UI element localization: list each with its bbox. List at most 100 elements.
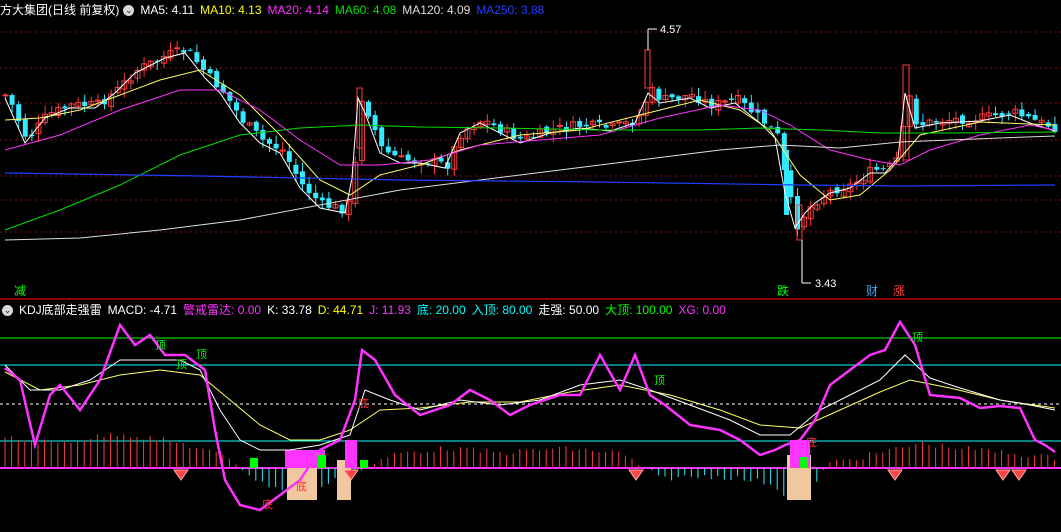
radar-diamond-marker	[1011, 469, 1027, 481]
price-gridlines	[0, 31, 1061, 233]
candle-body-down	[392, 150, 398, 156]
top-signal-label: 顶	[176, 358, 187, 371]
candle-body-up	[174, 47, 181, 50]
d-value: D: 44.71	[317, 303, 364, 317]
alert-block	[360, 460, 368, 468]
candle-body-down	[181, 50, 187, 53]
ma20-line	[4, 89, 1056, 166]
candle-body-down	[379, 127, 385, 147]
candle-body-down	[1019, 109, 1025, 117]
candle-body-down	[913, 98, 919, 125]
candle-body-up	[644, 49, 651, 89]
candle-body-down	[729, 98, 734, 101]
candle-body-down	[768, 126, 774, 128]
candle-body-down	[960, 115, 965, 124]
top-signal-label: 顶	[912, 331, 923, 344]
candle-body-down	[260, 129, 266, 140]
candle-body-down	[253, 121, 259, 131]
candle-body-down	[82, 101, 88, 107]
candle-body-down	[1006, 113, 1012, 115]
candle-body-down	[874, 166, 880, 170]
indicator-panel[interactable]: ⌄ KDJ底部走强雷 MACD: -4.71 警戒雷达: 0.00 K: 33.78 D:…	[0, 300, 1061, 532]
candle-body-down	[319, 197, 325, 201]
bottom-signal-label: 底	[262, 497, 273, 511]
collapse-toggle-icon[interactable]: ⌄	[2, 305, 13, 317]
candle-body-down	[920, 122, 926, 126]
candle-body-down	[656, 88, 662, 100]
candle-body-down	[194, 52, 200, 63]
candle-body-down	[438, 157, 444, 162]
k-line	[4, 354, 1056, 451]
candle-body-down	[498, 124, 503, 133]
bottom-signal-label: 底	[806, 435, 817, 449]
collapse-toggle-icon[interactable]: ⌄	[123, 5, 135, 17]
ma250-line	[4, 172, 1056, 187]
candle-body-up	[398, 155, 405, 158]
macd-value: MACD: -4.71	[107, 303, 178, 317]
candle-body-up	[721, 100, 728, 103]
candle-body-down	[201, 59, 206, 70]
candle-body-down	[9, 94, 15, 105]
enter-top-value: 入顶: 80.00	[471, 303, 533, 317]
stock-name[interactable]: 方大集团(日线 前复权)	[0, 3, 119, 17]
k-value: K: 33.78	[267, 303, 312, 317]
candle-body-down	[517, 136, 523, 139]
candle-body-down	[385, 146, 391, 153]
ma10-line	[4, 69, 1056, 201]
event-mark-finance[interactable]: 财	[866, 284, 878, 298]
candle-body-down	[16, 104, 22, 122]
candle-body-up	[94, 99, 101, 102]
high-price-label: 4.57	[660, 24, 681, 36]
alert-block	[318, 455, 326, 468]
radar-diamond-marker	[995, 469, 1011, 481]
xg-value: XG: 0.00	[678, 303, 726, 317]
low-price-label: 3.43	[815, 278, 836, 290]
candle-body-down	[603, 124, 609, 128]
bottom-signal-label: 底	[296, 479, 307, 493]
candle-body-down	[597, 119, 602, 123]
candle-body-down	[405, 154, 411, 161]
price-annotations: 4.57 3.43 减 跌 财 涨	[14, 24, 905, 298]
event-mark-reduce[interactable]: 减	[14, 284, 26, 298]
kdj-indicator-chart[interactable]: 顶 顶 顶 顶 顶 底 底 底 底	[0, 300, 1061, 532]
radar-diamond-marker	[628, 469, 644, 481]
candle-body-down	[240, 111, 246, 123]
candle-body-up	[2, 94, 9, 97]
radar-diamond-marker	[887, 469, 903, 481]
candle-body-down	[366, 101, 371, 117]
candlestick-chart[interactable]: 4.57 3.43 减 跌 财 涨	[0, 0, 1061, 298]
event-mark-fall[interactable]: 跌	[777, 283, 789, 298]
candle-body-down	[775, 126, 781, 134]
candle-body-down	[748, 102, 754, 113]
ma120-line	[4, 135, 1056, 241]
candle-body-down	[207, 69, 213, 74]
event-mark-rise[interactable]: 涨	[893, 283, 905, 298]
candle-body-down	[286, 151, 292, 162]
bottom-value: 底: 20.00	[416, 303, 466, 317]
candle-body-down	[491, 123, 497, 126]
ma120-label: MA120: 4.09	[402, 3, 471, 17]
ma20-label: MA20: 4.14	[267, 3, 329, 17]
candle-body-down	[1026, 114, 1031, 117]
candle-body-down	[227, 91, 233, 101]
top-signal-label: 顶	[196, 348, 207, 361]
candle-body-down	[62, 106, 68, 109]
candle-body-down	[293, 164, 299, 174]
alert-block	[800, 457, 808, 468]
candle-body-down	[306, 183, 312, 194]
candle-body-down	[577, 120, 583, 127]
candle-body-down	[583, 124, 589, 127]
indicator-title[interactable]: KDJ底部走强雷	[19, 303, 102, 317]
strengthen-value: 走强: 50.00	[538, 303, 600, 317]
candle-body-down	[234, 102, 239, 111]
candle-body-down	[1032, 114, 1038, 120]
top-signal-label: 顶	[155, 339, 166, 352]
ma10-label: MA10: 4.13	[200, 3, 262, 17]
ma250-label: MA250: 3.88	[476, 3, 545, 17]
alert-radar-value: 警戒雷达: 0.00	[183, 303, 262, 317]
candle-body-down	[187, 49, 193, 51]
bottom-signal-label: 底	[358, 396, 369, 410]
kline-panel[interactable]: 方大集团(日线 前复权) ⌄ MA5: 4.11 MA10: 4.13 MA20: 4.…	[0, 0, 1061, 300]
big-top-value: 大顶: 100.00	[605, 303, 673, 317]
candle-body-down	[267, 139, 272, 144]
